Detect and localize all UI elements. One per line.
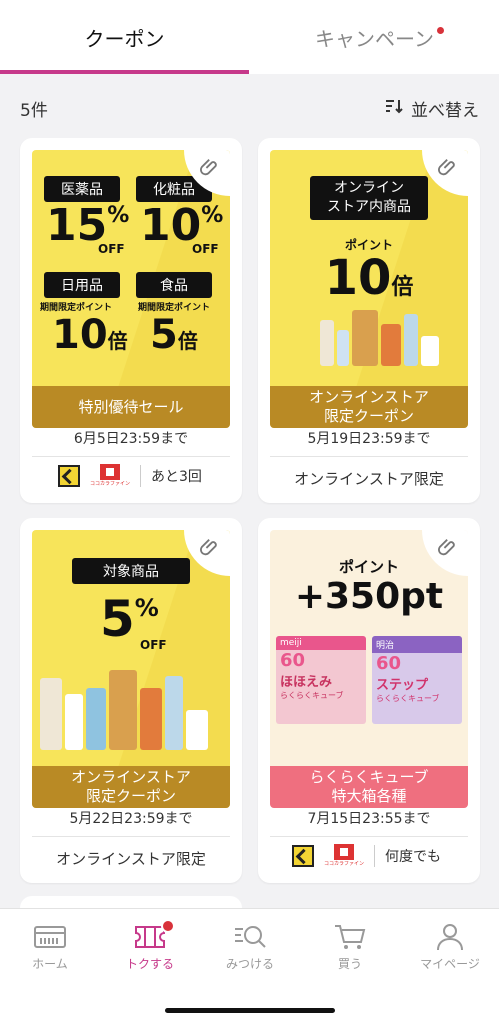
coupon-card[interactable]: 対象商品 5% OFF オンラインストア 限定クーポン 5月22日23:59まで … bbox=[20, 518, 242, 883]
usage-limit: あと3回 bbox=[151, 468, 202, 485]
cocokara-logo: ココカラファイン bbox=[90, 464, 130, 487]
category-tag: 対象商品 bbox=[72, 558, 190, 584]
coupon-banner: 対象商品 5% OFF オンラインストア 限定クーポン bbox=[32, 530, 230, 808]
nav-tokusuru[interactable]: トクする bbox=[100, 919, 200, 972]
coupon-scope: オンラインストア限定 bbox=[294, 470, 444, 488]
product-image bbox=[40, 670, 208, 750]
off-label: OFF bbox=[98, 242, 125, 256]
category-tag: オンライン ストア内商品 bbox=[310, 176, 428, 220]
nav-mitsukeru[interactable]: みつける bbox=[200, 923, 300, 972]
point-amount: +350pt bbox=[294, 576, 444, 617]
coupon-card[interactable]: 医薬品 化粧品 15% OFF 10% OFF 日用品 食品 期間限定ポイント … bbox=[20, 138, 242, 503]
tab-campaign[interactable]: キャンペーン bbox=[250, 0, 499, 74]
expiry-date: 6月5日23:59まで bbox=[73, 431, 189, 447]
point-multiplier: 5倍 bbox=[150, 312, 198, 358]
off-label: OFF bbox=[192, 242, 219, 256]
sort-button[interactable]: 並べ替え bbox=[385, 96, 479, 121]
off-label: OFF bbox=[140, 638, 167, 652]
coupon-count: 5件 bbox=[20, 101, 48, 121]
category-tag: 医薬品 bbox=[44, 176, 120, 202]
store-logo-icon bbox=[292, 844, 314, 867]
user-icon bbox=[437, 924, 463, 951]
coupon-card[interactable]: オンライン ストア内商品 ポイント 10倍 オンラインストア 限定クーポン 5月19… bbox=[258, 138, 480, 503]
coupon-scope: オンラインストア限定 bbox=[56, 850, 206, 868]
expiry-date: 5月19日23:59まで bbox=[307, 431, 431, 447]
expiry-date: 5月22日23:59まで bbox=[69, 811, 193, 827]
coupon-banner: 医薬品 化粧品 15% OFF 10% OFF 日用品 食品 期間限定ポイント … bbox=[32, 150, 230, 428]
nav-home[interactable]: ホーム bbox=[0, 923, 100, 972]
category-tag: 食品 bbox=[136, 272, 212, 298]
product-box-hohoemi: meiji 60 ほほえみ らくらくキューブ bbox=[276, 636, 366, 724]
expiry-date: 7月15日23:55まで bbox=[307, 811, 431, 827]
nav-mypage[interactable]: マイページ bbox=[400, 923, 499, 972]
tab-coupon[interactable]: クーポン bbox=[0, 0, 249, 74]
store-logo-icon bbox=[58, 464, 80, 487]
divider bbox=[32, 456, 230, 457]
sort-label: 並べ替え bbox=[411, 101, 479, 121]
search-icon bbox=[235, 926, 266, 948]
notification-dot bbox=[437, 27, 444, 34]
point-multiplier: 10倍 bbox=[324, 250, 414, 306]
cart-icon bbox=[335, 925, 366, 949]
home-icon bbox=[34, 926, 66, 948]
coupon-title: オンラインストア 限定クーポン bbox=[32, 766, 230, 808]
point-multiplier: 10倍 bbox=[52, 312, 128, 358]
product-box-step: 明治 60 ステップ らくらくキューブ bbox=[372, 636, 462, 724]
coupon-title: らくらくキューブ 特大箱各種 bbox=[270, 766, 468, 808]
home-indicator bbox=[165, 1008, 335, 1013]
store-logos: ココカラファイン 何度でも bbox=[292, 844, 441, 867]
coupon-title: オンラインストア 限定クーポン bbox=[270, 386, 468, 428]
cocokara-logo: ココカラファイン bbox=[324, 844, 364, 867]
coupon-card[interactable]: ポイント +350pt meiji 60 ほほえみ らくらくキューブ 明治 60… bbox=[258, 518, 480, 883]
category-tag: 日用品 bbox=[44, 272, 120, 298]
usage-limit: 何度でも bbox=[385, 848, 442, 865]
store-logos: ココカラファイン あと3回 bbox=[58, 464, 202, 487]
coupon-banner: ポイント +350pt meiji 60 ほほえみ らくらくキューブ 明治 60… bbox=[270, 530, 468, 808]
divider bbox=[32, 836, 230, 837]
coupon-banner: オンライン ストア内商品 ポイント 10倍 オンラインストア 限定クーポン bbox=[270, 150, 468, 428]
coupon-title: 特別優待セール bbox=[32, 386, 230, 428]
product-image bbox=[320, 310, 439, 366]
active-tab-indicator bbox=[0, 70, 249, 74]
divider bbox=[270, 836, 468, 837]
notification-dot bbox=[161, 919, 175, 933]
sort-icon bbox=[385, 98, 403, 119]
nav-kau[interactable]: 買う bbox=[300, 923, 400, 972]
divider bbox=[270, 456, 468, 457]
tab-bar: クーポン キャンペーン bbox=[0, 0, 499, 74]
